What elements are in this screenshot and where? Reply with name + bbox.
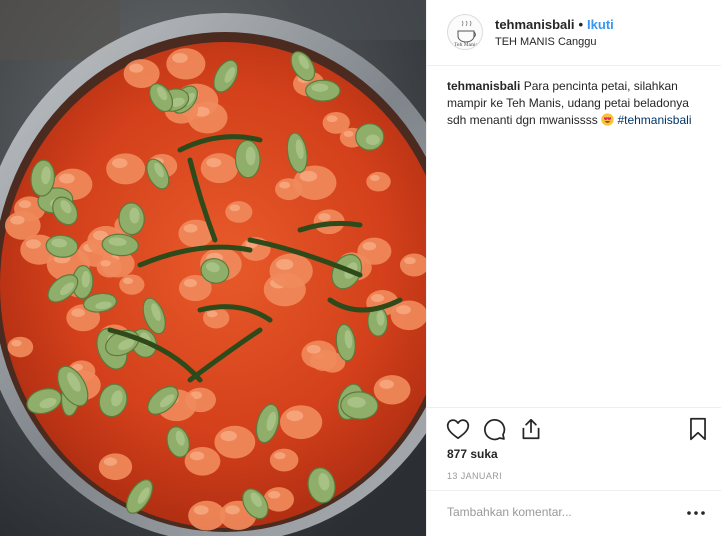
shrimp-shape [390,300,426,331]
food-photo-graphic [0,0,426,536]
shrimp-highlight [229,204,241,212]
header-text: tehmanisbali • Ikuti TEH MANIS Canggu [495,16,705,49]
shrimp-highlight [396,305,411,315]
teh-manis-logo: Teh Manis [449,16,482,49]
comment-input[interactable]: Tambahkan komentar... [447,505,647,519]
separator-dot: • [578,17,584,32]
shrimp-shape [106,153,146,185]
shrimp-highlight [129,63,144,73]
shrimp-highlight [183,223,198,233]
bookmark-icon[interactable] [685,416,711,442]
shrimp-shape [98,453,133,481]
post-caption: tehmanisbali Para pencinta petai, silahk… [447,78,709,129]
shrimp-highlight [11,339,22,347]
shrimp-highlight [275,258,294,270]
shrimp-highlight [206,157,222,168]
hashtag-link[interactable]: #tehmanisbali [617,113,691,127]
divider [427,490,721,491]
shrimp-highlight [318,213,331,222]
shrimp-shape [166,48,206,80]
avatar[interactable]: Teh Manis [447,14,483,50]
post-date[interactable]: 13 JANUARI [447,471,502,481]
shrimp-shape [269,448,299,472]
shrimp-shape [301,340,337,369]
shrimp-shape [269,253,313,289]
shrimp-shape [225,201,253,223]
shrimp-highlight [274,452,286,460]
shrimp-shape [279,405,323,440]
shrimp-shape [366,171,391,192]
shrimp-highlight [369,174,380,182]
petai-highlight [311,83,329,92]
shrimp-shape [200,153,239,184]
shrimp-highlight [122,277,134,284]
shrimp-shape [7,336,34,358]
shrimp-highlight [279,181,291,189]
shrimp-highlight [183,279,197,288]
shrimp-highlight [268,490,281,499]
shrimp-shape [184,446,221,476]
shrimp-shape [188,500,226,531]
shrimp-highlight [362,241,377,251]
comment-icon[interactable] [481,416,507,442]
shrimp-highlight [112,158,128,168]
shrimp-shape [214,425,256,459]
shrimp-shape [4,211,41,240]
shrimp-highlight [371,294,385,303]
shrimp-highlight [58,173,75,184]
shrimp-highlight [25,239,41,249]
heart-eyes-emoji-icon [601,113,614,126]
shrimp-highlight [306,344,321,354]
header-row: tehmanisbali • Ikuti [495,16,705,33]
shrimp-shape [322,111,350,134]
shrimp-highlight [172,53,188,63]
shrimp-highlight [299,170,318,182]
follow-button[interactable]: Ikuti [587,16,614,33]
shrimp-highlight [189,451,205,461]
heart-icon[interactable] [445,416,471,442]
divider [427,407,721,408]
shrimp-highlight [286,410,304,422]
shrimp-highlight [220,430,237,442]
shrimp-highlight [225,505,240,515]
shrimp-highlight [18,200,32,209]
shrimp-shape [96,256,123,278]
shrimp-highlight [71,308,85,317]
shrimp-highlight [379,379,394,389]
shrimp-highlight [193,505,209,515]
post-photo[interactable] [0,0,426,536]
shrimp-highlight [326,115,338,123]
post-side-panel: Teh Manis tehmanisbali • Ikuti TEH MANIS… [426,0,721,536]
shrimp-highlight [404,257,416,265]
shrimp-shape [373,375,411,405]
shrimp-highlight [343,130,354,137]
caption-username-link[interactable]: tehmanisbali [447,79,520,93]
shrimp-highlight [103,457,118,466]
like-count[interactable]: 877 suka [447,447,498,461]
shrimp-highlight [10,215,25,225]
shrimp-shape [119,274,145,295]
shrimp-highlight [206,310,218,318]
header-username-link[interactable]: tehmanisbali [495,16,574,33]
shrimp-highlight [100,260,111,267]
more-options-icon[interactable] [685,506,707,520]
avatar-logo-text: Teh Manis [454,42,478,48]
share-icon[interactable] [518,416,544,442]
action-bar [445,416,715,444]
location-link[interactable]: TEH MANIS Canggu [495,35,705,49]
post-header: Teh Manis tehmanisbali • Ikuti TEH MANIS… [427,0,721,66]
